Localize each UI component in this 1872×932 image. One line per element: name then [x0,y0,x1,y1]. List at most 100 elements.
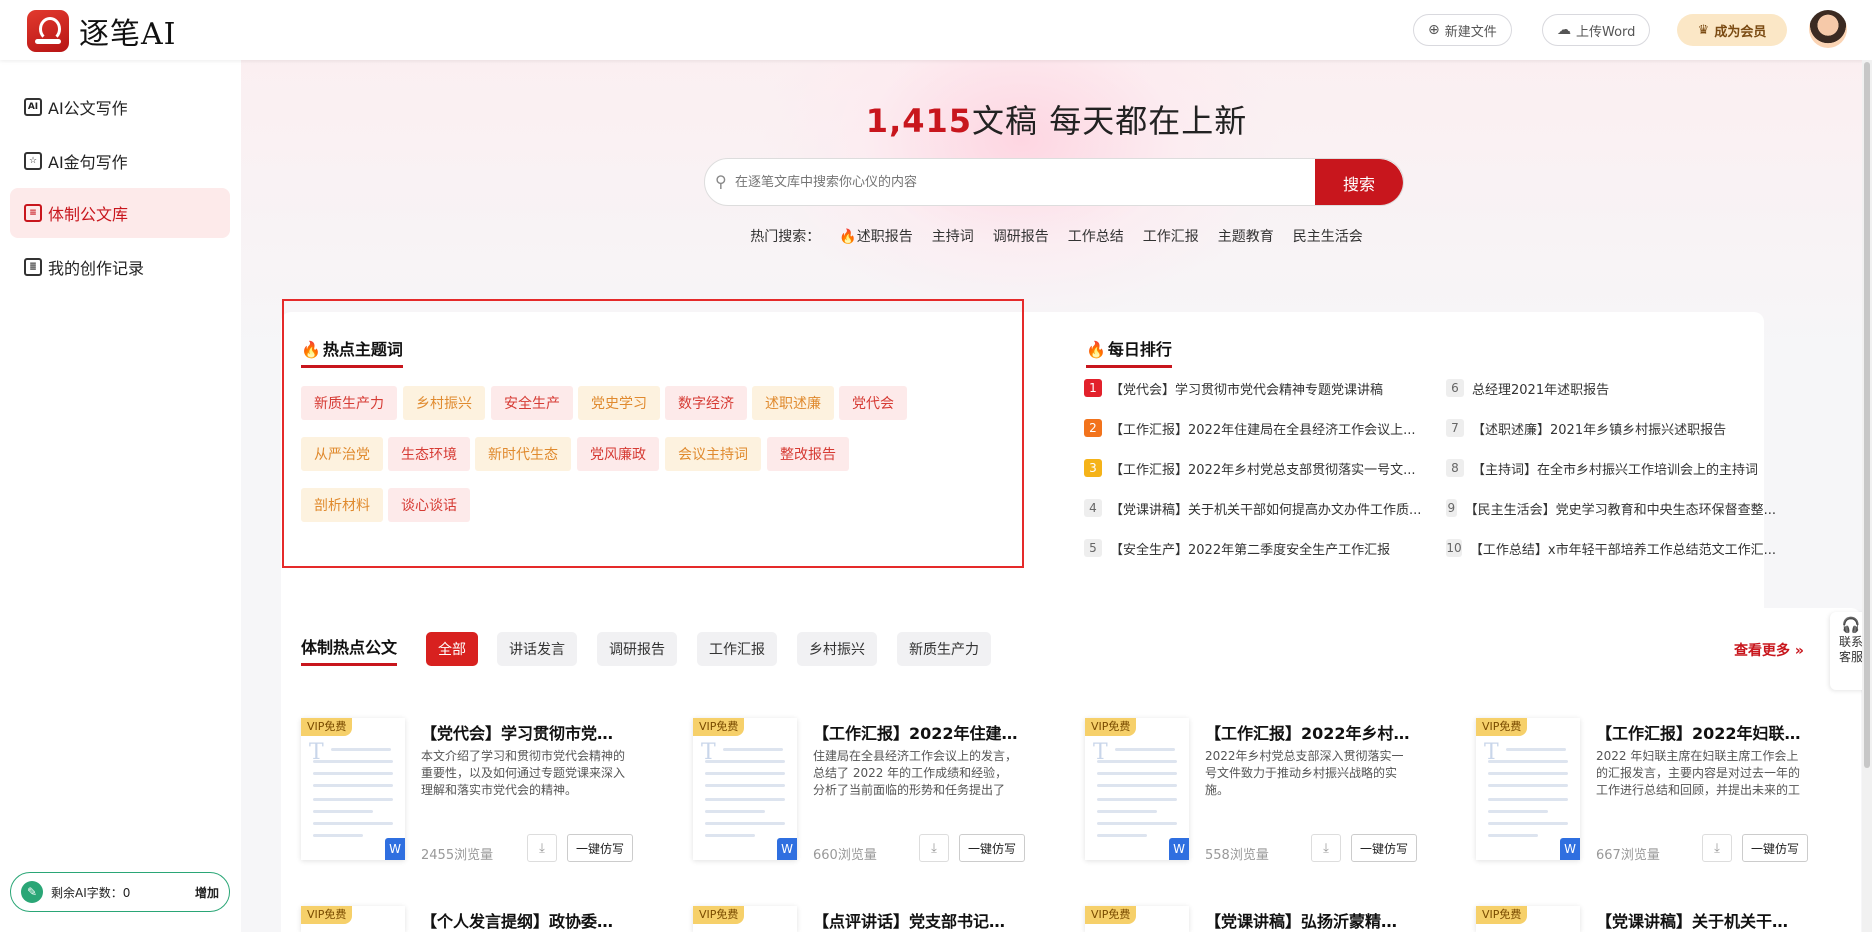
doc-title[interactable]: 【工作汇报】2022年妇联主... [1596,720,1801,744]
rank-item[interactable]: 5 【安全生产】2022年第二季度安全生产工作汇报 [1084,537,1444,559]
rank-item[interactable]: 1 【党代会】学习贯彻市党代会精神专题党课讲稿 [1084,377,1444,399]
quota-add-button[interactable]: 增加 [195,884,219,901]
filter-tab-all[interactable]: 全部 [426,632,478,666]
doc-card[interactable]: VIP免费 T W 【工作汇报】2022年妇联主... 2022 年妇联主席在妇… [1476,718,1808,878]
hot-term[interactable]: 工作汇报 [1143,226,1199,246]
doc-card[interactable]: VIP免费 【点评讲话】党支部书记在... [693,906,1018,932]
topic-tag[interactable]: 新质生产力 [301,386,397,420]
doc-title[interactable]: 【点评讲话】党支部书记在... [813,908,1018,932]
rank-item[interactable]: 8 【主持词】在全市乡村振兴工作培训会上的主持词 [1446,457,1776,479]
doc-thumbnail[interactable]: VIP免费 [1476,906,1580,932]
vip-free-badge: VIP免费 [693,718,745,736]
search-icon: ⚲ [715,172,727,191]
doc-thumbnail[interactable]: VIP免费 [1085,906,1189,932]
scrollbar-thumb[interactable] [1864,62,1870,768]
new-file-button[interactable]: ⊕ 新建文件 [1413,14,1512,46]
sidebar-item-library[interactable]: ≡ 体制公文库 [10,188,230,238]
download-icon: ⤓ [1714,840,1720,856]
doc-thumbnail[interactable]: VIP免费 T W [1476,718,1580,860]
rank-text: 【工作汇报】2022年住建局在全县经济工作会议上... [1110,422,1416,438]
sidebar-item-ai-quote[interactable]: ☆ AI金句写作 [10,136,230,186]
doc-card[interactable]: VIP免费 T W 【工作汇报】2022年住建局... 住建局在全县经济工作会议… [693,718,1025,878]
rank-number: 3 [1084,459,1102,477]
vip-free-badge: VIP免费 [1476,906,1528,924]
hot-term[interactable]: 工作总结 [1068,226,1124,246]
topic-tag[interactable]: 会议主持词 [665,437,761,471]
one-click-rewrite-button[interactable]: 一键仿写 [1742,834,1808,862]
filter-tab[interactable]: 讲话发言 [497,632,577,666]
sidebar-item-history[interactable]: ≣ 我的创作记录 [10,242,230,292]
topic-tag[interactable]: 剖析材料 [301,488,383,522]
download-button[interactable]: ⤓ [1311,834,1341,862]
rank-item[interactable]: 4 【党课讲稿】关于机关干部如何提高办文办件工作质... [1084,497,1444,519]
doc-card[interactable]: VIP免费 【党课讲稿】弘扬沂蒙精神... [1085,906,1410,932]
rank-text: 【安全生产】2022年第二季度安全生产工作汇报 [1110,542,1391,558]
doc-card[interactable]: VIP免费 T W 【党代会】学习贯彻市党代... 本文介绍了学习和贯彻市党代会… [301,718,633,878]
doc-card[interactable]: VIP免费 【党课讲稿】关于机关干部... [1476,906,1801,932]
rank-item[interactable]: 2 【工作汇报】2022年住建局在全县经济工作会议上... [1084,417,1444,439]
filter-tab[interactable]: 工作汇报 [697,632,777,666]
rank-text: 【工作汇报】2022年乡村党总支部贯彻落实一号文... [1110,462,1416,478]
hot-term[interactable]: 调研报告 [993,226,1049,246]
topic-tag[interactable]: 从严治党 [301,437,383,471]
doc-title[interactable]: 【党课讲稿】弘扬沂蒙精神... [1205,908,1410,932]
topic-tag[interactable]: 党代会 [839,386,907,420]
search-button[interactable]: 搜索 [1315,159,1403,205]
hot-term[interactable]: 主题教育 [1218,226,1274,246]
doc-title[interactable]: 【个人发言提纲】政协委室... [421,908,626,932]
become-vip-button[interactable]: ♛ 成为会员 [1677,14,1787,46]
hot-term[interactable]: 民主生活会 [1293,226,1363,246]
download-button[interactable]: ⤓ [919,834,949,862]
topic-tag[interactable]: 党史学习 [578,386,660,420]
search-input[interactable] [735,159,1315,205]
hot-topics-card: 🔥 热点主题词 新质生产力 乡村振兴 安全生产 党史学习 数字经济 述职述廉 党代… [281,312,1084,642]
filter-tab[interactable]: 乡村振兴 [797,632,877,666]
filter-tab[interactable]: 调研报告 [597,632,677,666]
view-more-link[interactable]: 查看更多 » [1734,640,1804,660]
topic-tag[interactable]: 整改报告 [767,437,849,471]
rank-item[interactable]: 6 总经理2021年述职报告 [1446,377,1776,399]
hot-term[interactable]: 🔥述职报告 [839,226,912,246]
doc-title[interactable]: 【党课讲稿】关于机关干部... [1596,908,1801,932]
topic-tag[interactable]: 党风廉政 [577,437,659,471]
topic-tag[interactable]: 生态环境 [388,437,470,471]
rank-text: 【党课讲稿】关于机关干部如何提高办文办件工作质... [1110,502,1422,518]
one-click-rewrite-button[interactable]: 一键仿写 [959,834,1025,862]
topic-tag[interactable]: 乡村振兴 [403,386,485,420]
scrollbar[interactable] [1862,60,1872,932]
upload-word-button[interactable]: ☁ 上传Word [1542,14,1651,46]
doc-thumbnail[interactable]: VIP免费 T W [301,718,405,860]
rank-item[interactable]: 10 【工作总结】x市年轻干部培养工作总结范文工作汇... [1446,537,1776,559]
doc-title[interactable]: 【工作汇报】2022年住建局... [813,720,1018,744]
topic-tag[interactable]: 安全生产 [491,386,573,420]
topic-tag[interactable]: 谈心谈话 [388,488,470,522]
word-file-icon: W [1169,838,1189,860]
doc-thumbnail[interactable]: VIP免费 [693,906,797,932]
download-button[interactable]: ⤓ [527,834,557,862]
filter-tab[interactable]: 新质生产力 [897,632,991,666]
topic-tag[interactable]: 新时代生态 [475,437,571,471]
avatar[interactable] [1809,10,1847,48]
doc-title[interactable]: 【工作汇报】2022年乡村党... [1205,720,1410,744]
doc-card[interactable]: VIP免费 【个人发言提纲】政协委室... [301,906,626,932]
rank-item[interactable]: 9 【民主生活会】党史学习教育和中央生态环保督查整... [1446,497,1776,519]
one-click-rewrite-button[interactable]: 一键仿写 [567,834,633,862]
one-click-rewrite-button[interactable]: 一键仿写 [1351,834,1417,862]
sidebar-item-ai-writing[interactable]: AI AI公文写作 [10,82,230,132]
rank-item[interactable]: 3 【工作汇报】2022年乡村党总支部贯彻落实一号文... [1084,457,1444,479]
topic-tag[interactable]: 述职述廉 [752,386,834,420]
doc-thumbnail[interactable]: VIP免费 T W [693,718,797,860]
rank-number: 5 [1084,539,1102,557]
topic-tag[interactable]: 数字经济 [665,386,747,420]
doc-thumbnail[interactable]: VIP免费 [301,906,405,932]
word-file-icon: W [1560,838,1580,860]
vip-free-badge: VIP免费 [1476,718,1528,736]
doc-thumbnail[interactable]: VIP免费 T W [1085,718,1189,860]
hero-title: 1,415文稿 每天都在上新 [241,96,1872,142]
logo[interactable]: 逐笔AI [27,9,177,53]
hot-term[interactable]: 主持词 [932,226,974,246]
rank-item[interactable]: 7 【述职述廉】2021年乡镇乡村振兴述职报告 [1446,417,1776,439]
doc-card[interactable]: VIP免费 T W 【工作汇报】2022年乡村党... 2022年乡村党总支部深… [1085,718,1417,878]
download-button[interactable]: ⤓ [1702,834,1732,862]
doc-title[interactable]: 【党代会】学习贯彻市党代... [421,720,626,744]
